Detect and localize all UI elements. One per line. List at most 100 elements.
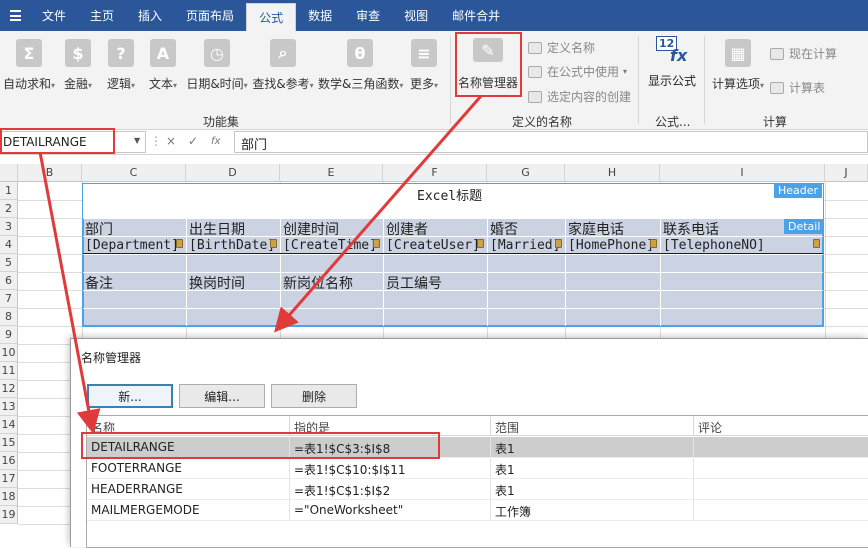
field-cell[interactable]: [CreateTime] — [283, 238, 377, 253]
tab-home[interactable]: 主页 — [78, 0, 126, 31]
field-cell[interactable]: [TelephoneNO] — [663, 238, 817, 253]
column-header-refers-to[interactable]: 指的是 — [290, 416, 491, 436]
app-menu-button[interactable] — [0, 0, 30, 31]
row-header[interactable]: 1 — [0, 182, 18, 200]
tab-view[interactable]: 视图 — [392, 0, 440, 31]
header-cell[interactable]: 婚否 — [490, 219, 518, 239]
show-formulas-button[interactable]: 12 fx 显示公式 — [645, 36, 699, 89]
chevron-down-icon[interactable]: ▼ — [134, 136, 140, 145]
autosum-button[interactable]: Σ 自动求和▾ — [3, 39, 55, 92]
row-header[interactable]: 10 — [0, 344, 18, 362]
row-header[interactable]: 6 — [0, 272, 18, 290]
table-cell: 表1 — [491, 479, 694, 500]
extra-cell[interactable]: 新岗位名称 — [283, 273, 353, 293]
header-cell[interactable]: 联系电话 — [663, 219, 719, 239]
new-name-button[interactable]: 新... — [87, 384, 173, 408]
row-header[interactable]: 11 — [0, 362, 18, 380]
detail-tag: Detail — [784, 219, 825, 234]
row-header[interactable]: 13 — [0, 398, 18, 416]
tab-data[interactable]: 数据 — [296, 0, 344, 31]
date-time-button[interactable]: ◷ 日期&时间▾ — [185, 39, 249, 92]
use-in-formula-button[interactable]: 在公式中使用 ▾ — [528, 63, 627, 80]
calculate-now-button[interactable]: 现在计算 — [770, 45, 837, 62]
field-cell[interactable]: [HomePhone] — [568, 238, 654, 253]
extra-cell[interactable]: 换岗时间 — [189, 273, 245, 293]
header-cell[interactable]: 家庭电话 — [568, 219, 624, 239]
header-cell[interactable]: 创建者 — [386, 219, 428, 239]
math-trig-button[interactable]: θ 数学&三角函数▾ — [318, 39, 403, 92]
calculation-options-button[interactable]: ▦ 计算选项▾ — [710, 39, 766, 92]
row-header[interactable]: 18 — [0, 488, 18, 506]
enter-icon[interactable]: ✓ — [188, 134, 198, 148]
financial-button[interactable]: $ 金融▾ — [60, 39, 96, 92]
text-button[interactable]: A 文本▾ — [145, 39, 181, 92]
define-name-button[interactable]: 定义名称 — [528, 39, 595, 56]
table-row[interactable]: HEADERRANGE =表1!$C$1:$I$2 表1 — [87, 479, 868, 500]
row-header[interactable]: 5 — [0, 254, 18, 272]
column-header[interactable]: B — [18, 164, 82, 182]
row-header[interactable]: 19 — [0, 506, 18, 524]
table-cell: HEADERRANGE — [87, 479, 290, 500]
name-manager-button[interactable]: ✎ 名称管理器 — [456, 36, 520, 91]
select-all-corner[interactable] — [0, 164, 18, 182]
field-cell[interactable]: [Department] — [85, 238, 180, 253]
title-cell[interactable]: Excel标题 — [417, 185, 482, 204]
column-header[interactable]: J — [825, 164, 868, 182]
row-header[interactable]: 14 — [0, 416, 18, 434]
logical-button[interactable]: ? 逻辑▾ — [103, 39, 139, 92]
tab-review[interactable]: 审查 — [344, 0, 392, 31]
row-header[interactable]: 7 — [0, 290, 18, 308]
field-cell[interactable]: [BirthDate] — [189, 238, 274, 253]
name-box[interactable]: DETAILRANGE — [0, 131, 146, 153]
row-header[interactable]: 8 — [0, 308, 18, 326]
column-header[interactable]: I — [660, 164, 825, 182]
field-cell[interactable]: [CreateUser] — [386, 238, 481, 253]
row-header[interactable]: 3 — [0, 218, 18, 236]
extra-cell[interactable]: 备注 — [85, 273, 113, 293]
column-header[interactable]: E — [280, 164, 383, 182]
table-cell: =表1!$C$10:$I$11 — [290, 458, 491, 479]
calculate-sheet-button[interactable]: 计算表 — [770, 79, 825, 96]
column-header-comment[interactable]: 评论 — [694, 416, 868, 436]
tab-insert[interactable]: 插入 — [126, 0, 174, 31]
table-row[interactable]: DETAILRANGE =表1!$C$3:$I$8 表1 — [87, 437, 868, 458]
more-functions-button[interactable]: ≡ 更多▾ — [406, 39, 442, 92]
column-header[interactable]: H — [565, 164, 660, 182]
header-cell[interactable]: 部门 — [85, 219, 113, 239]
row-header[interactable]: 12 — [0, 380, 18, 398]
row-header[interactable]: 17 — [0, 470, 18, 488]
column-header[interactable]: F — [383, 164, 487, 182]
column-header[interactable]: C — [82, 164, 186, 182]
row-header[interactable]: 2 — [0, 200, 18, 218]
row-header[interactable]: 4 — [0, 236, 18, 254]
table-cell: DETAILRANGE — [87, 437, 290, 458]
tab-mail-merge[interactable]: 邮件合并 — [440, 0, 512, 31]
field-cell[interactable]: [Married] — [490, 238, 559, 253]
formula-input[interactable]: 部门 — [234, 131, 868, 153]
cancel-icon[interactable]: × — [166, 134, 176, 148]
row-header[interactable]: 16 — [0, 452, 18, 470]
column-header-name[interactable]: 名称 — [87, 416, 290, 436]
extra-cell[interactable]: 员工编号 — [386, 273, 442, 293]
table-row[interactable]: MAILMERGEMODE ="OneWorksheet" 工作簿 — [87, 500, 868, 521]
edit-name-button[interactable]: 编辑... — [179, 384, 265, 408]
header-cell[interactable]: 创建时间 — [283, 219, 339, 239]
column-header[interactable]: D — [186, 164, 280, 182]
create-from-selection-button[interactable]: 选定内容的创建 — [528, 88, 631, 105]
lookup-reference-button[interactable]: ⌕ 查找&参考▾ — [252, 39, 314, 92]
row-header[interactable]: 9 — [0, 326, 18, 344]
header-cell[interactable]: 出生日期 — [189, 219, 245, 239]
table-cell — [694, 500, 868, 521]
tab-file[interactable]: 文件 — [30, 0, 78, 31]
tab-formulas[interactable]: 公式 — [246, 3, 297, 31]
table-row[interactable]: FOOTERRANGE =表1!$C$10:$I$11 表1 — [87, 458, 868, 479]
group-label-function-library: 功能集 — [203, 115, 240, 129]
column-header[interactable]: G — [487, 164, 565, 182]
row-header[interactable]: 15 — [0, 434, 18, 452]
calculate-now-icon — [770, 47, 784, 60]
delete-name-button[interactable]: 删除 — [271, 384, 357, 408]
grip-icon: ⋮ — [150, 134, 162, 148]
column-header-scope[interactable]: 范围 — [491, 416, 694, 436]
insert-function-icon[interactable]: fx — [211, 136, 220, 147]
tab-page-layout[interactable]: 页面布局 — [174, 0, 246, 31]
